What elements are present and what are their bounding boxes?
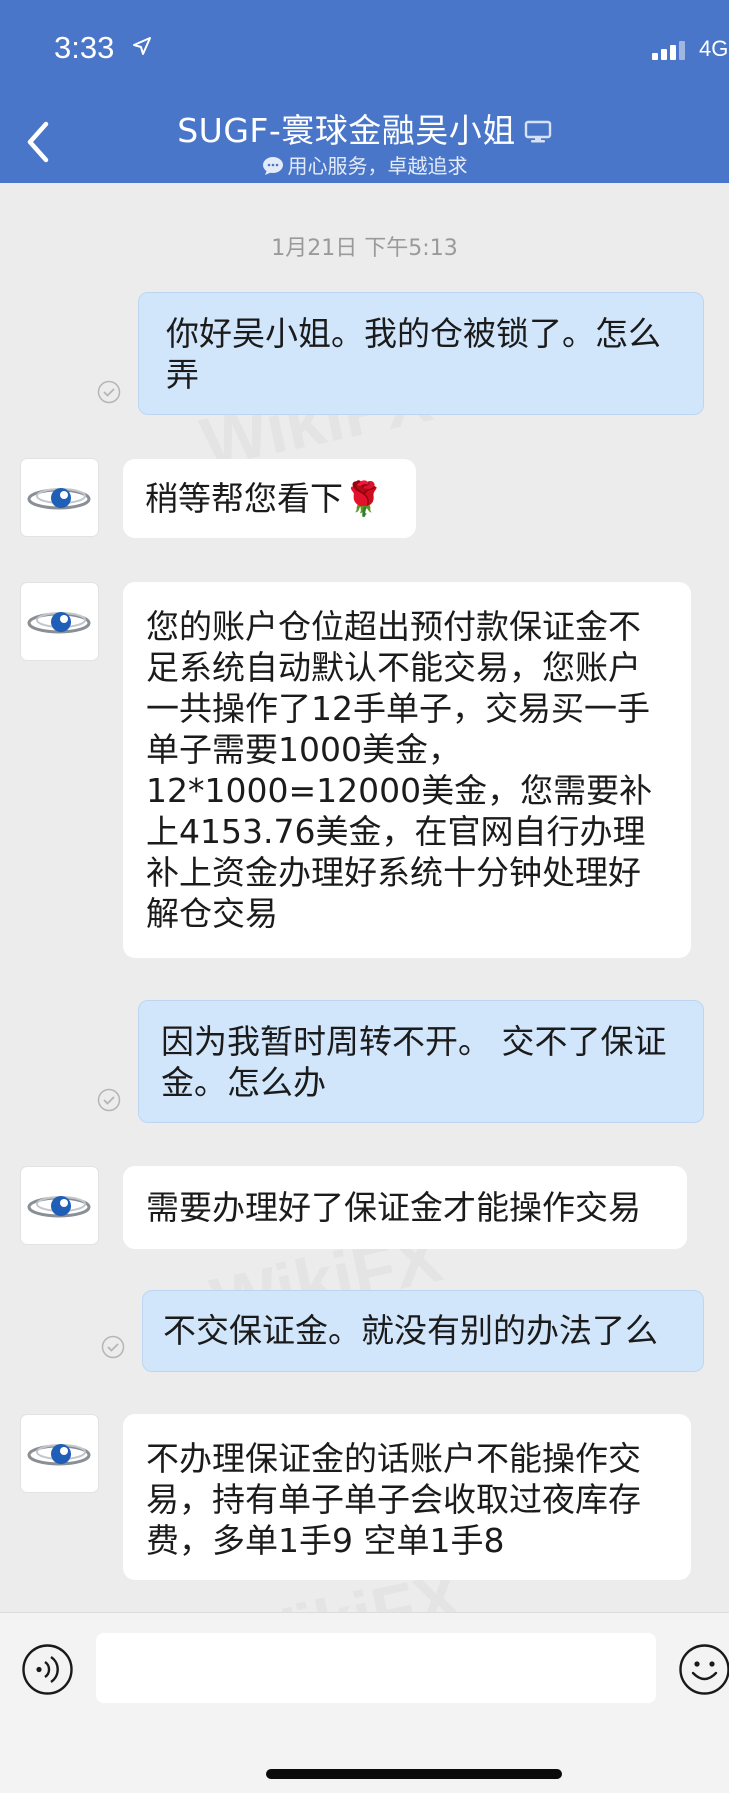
read-check-icon <box>97 380 121 404</box>
home-indicator <box>266 1769 562 1779</box>
chat-subtitle: 用心服务，卓越追求 <box>0 150 729 181</box>
message-input-bar <box>0 1612 729 1793</box>
voice-icon[interactable] <box>21 1643 74 1700</box>
incoming-message[interactable]: 您的账户仓位超出预付款保证金不足系统自动默认不能交易，您账户一共操作了12手单子… <box>123 582 691 958</box>
message-input[interactable] <box>96 1633 656 1703</box>
outgoing-message[interactable]: 因为我暂时周转不开。 交不了保证金。怎么办 <box>138 1000 704 1123</box>
outgoing-message[interactable]: 你好吴小姐。我的仓被锁了。怎么弄 <box>138 292 704 415</box>
contact-avatar[interactable] <box>21 1415 98 1492</box>
emoji-icon[interactable] <box>678 1643 729 1700</box>
subtitle-text: 用心服务，卓越追求 <box>287 154 468 178</box>
contact-avatar[interactable] <box>21 1167 98 1244</box>
contact-avatar[interactable] <box>21 583 98 660</box>
read-check-icon <box>101 1335 125 1359</box>
contact-name: SUGF-寰球金融吴小姐 <box>177 111 516 150</box>
signal-icon <box>652 40 692 64</box>
location-arrow-icon <box>132 36 152 60</box>
message-timestamp: 1月21日 下午5:13 <box>271 236 458 261</box>
status-time: 3:33 <box>54 30 115 65</box>
chat-header: 3:33 4G SUGF-寰球金融吴小姐 用心服务，卓越追求 <box>0 0 729 183</box>
incoming-message[interactable]: 不办理保证金的话账户不能操作交易，持有单子单子会收取过夜库存费，多单1手9 空单… <box>123 1414 691 1580</box>
contact-avatar[interactable] <box>21 459 98 536</box>
incoming-message[interactable]: 稍等帮您看下🌹 <box>123 459 416 538</box>
network-type: 4G <box>699 36 729 61</box>
pc-status-icon <box>524 113 552 152</box>
read-check-icon <box>97 1088 121 1112</box>
incoming-message[interactable]: 需要办理好了保证金才能操作交易 <box>123 1166 687 1249</box>
outgoing-message[interactable]: 不交保证金。就没有别的办法了么 <box>142 1290 704 1372</box>
speech-bubble-icon <box>262 156 284 181</box>
chat-title[interactable]: SUGF-寰球金融吴小姐 <box>0 104 729 152</box>
